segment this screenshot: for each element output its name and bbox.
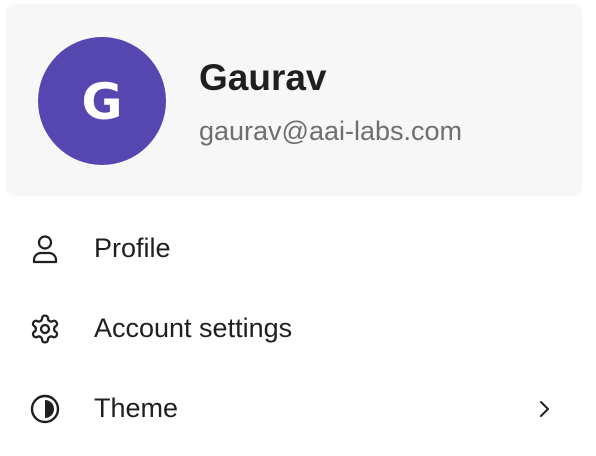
menu-item-label: Profile [94, 233, 171, 263]
menu-item-account-settings[interactable]: Account settings [6, 297, 582, 361]
user-icon [32, 235, 58, 264]
avatar-initial: G [81, 73, 123, 131]
chevron-right-icon [540, 401, 549, 417]
profile-card: G Gaurav gaurav@aai-labs.com [6, 4, 582, 196]
avatar: G [38, 37, 166, 165]
gear-icon [31, 314, 59, 344]
menu-item-profile[interactable]: Profile [6, 217, 582, 281]
contrast-icon [30, 394, 60, 424]
menu-item-label: Account settings [94, 313, 293, 343]
user-email: gaurav@aai-labs.com [199, 116, 463, 146]
user-menu: G Gaurav gaurav@aai-labs.com Profile Acc… [0, 0, 596, 456]
user-name: Gaurav [199, 57, 327, 98]
menu-item-label: Theme [94, 393, 179, 423]
menu-item-theme[interactable]: Theme [6, 377, 582, 441]
